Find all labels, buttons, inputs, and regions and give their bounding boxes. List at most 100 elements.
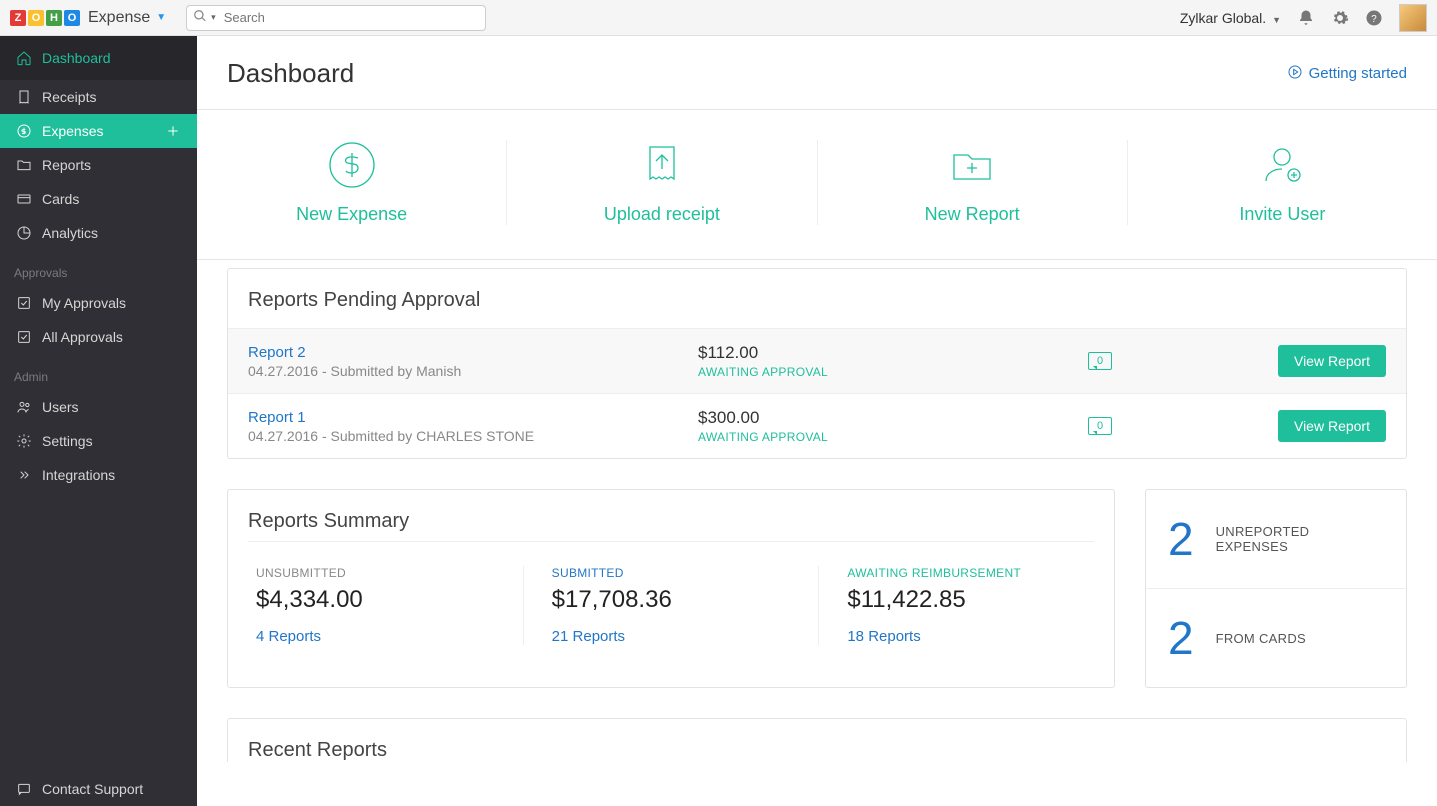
- report-amount: $112.00: [698, 343, 1088, 363]
- stat-from-cards[interactable]: 2 FROM CARDS: [1146, 589, 1406, 687]
- summary-title: Reports Summary: [228, 510, 1114, 541]
- report-sub: 04.27.2016 - Submitted by Manish: [248, 363, 698, 379]
- search-input[interactable]: [220, 10, 479, 25]
- report-status: AWAITING APPROVAL: [698, 430, 1088, 444]
- qa-new-expense[interactable]: New Expense: [197, 140, 507, 225]
- report-link[interactable]: Report 2: [248, 344, 306, 361]
- qa-label: New Expense: [296, 204, 407, 225]
- sidebar-item-dashboard[interactable]: Dashboard: [0, 36, 197, 80]
- sidebar-item-label: Cards: [42, 191, 79, 207]
- sidebar-item-analytics[interactable]: Analytics: [0, 216, 197, 250]
- stat-unreported[interactable]: 2 UNREPORTED EXPENSES: [1146, 490, 1406, 589]
- summary-link[interactable]: 18 Reports: [847, 628, 920, 645]
- summary-col-unsubmitted: UNSUBMITTED $4,334.00 4 Reports: [228, 566, 524, 645]
- pending-title: Reports Pending Approval: [228, 269, 1406, 328]
- recent-title: Recent Reports: [248, 739, 1386, 762]
- logo[interactable]: Z O H O Expense ▼: [10, 9, 166, 27]
- stat-number: 2: [1168, 516, 1194, 562]
- folder-plus-icon: [947, 140, 997, 190]
- sidebar-item-receipts[interactable]: Receipts: [0, 80, 197, 114]
- sidebar-item-label: Settings: [42, 433, 93, 449]
- report-link[interactable]: Report 1: [248, 409, 306, 426]
- topbar: Z O H O Expense ▼ ▾ Zylkar Global. ▼ ?: [0, 0, 1437, 36]
- brand-caret-icon[interactable]: ▼: [156, 12, 166, 23]
- view-report-button[interactable]: View Report: [1278, 345, 1386, 377]
- summary-col-awaiting: AWAITING REIMBURSEMENT $11,422.85 18 Rep…: [819, 566, 1114, 645]
- qa-label: New Report: [925, 204, 1020, 225]
- upload-receipt-icon: [637, 140, 687, 190]
- page-title: Dashboard: [227, 58, 354, 89]
- sidebar-item-my-approvals[interactable]: My Approvals: [0, 286, 197, 320]
- summary-link[interactable]: 4 Reports: [256, 628, 321, 645]
- card-icon: [16, 191, 32, 207]
- sidebar-item-settings[interactable]: Settings: [0, 424, 197, 458]
- home-icon: [16, 50, 32, 66]
- dollar-circle-icon: [327, 140, 377, 190]
- stat-label: UNREPORTED EXPENSES: [1216, 524, 1384, 554]
- comment-count-icon[interactable]: 0: [1088, 352, 1112, 370]
- summary-col-submitted: SUBMITTED $17,708.36 21 Reports: [524, 566, 820, 645]
- bell-icon[interactable]: [1297, 9, 1315, 27]
- page-header: Dashboard Getting started: [197, 36, 1437, 109]
- sidebar-item-users[interactable]: Users: [0, 390, 197, 424]
- chevron-down-icon: ▼: [1272, 15, 1281, 25]
- pending-row: Report 2 04.27.2016 - Submitted by Manis…: [228, 328, 1406, 393]
- pending-row: Report 1 04.27.2016 - Submitted by CHARL…: [228, 393, 1406, 458]
- sidebar-item-reports[interactable]: Reports: [0, 148, 197, 182]
- sidebar: Dashboard Receipts Expenses Reports Card…: [0, 36, 197, 806]
- chat-icon: [16, 781, 32, 797]
- qa-invite-user[interactable]: Invite User: [1128, 140, 1437, 225]
- sidebar-item-label: Reports: [42, 157, 91, 173]
- summary-amount: $17,708.36: [552, 586, 791, 614]
- user-plus-icon: [1257, 140, 1307, 190]
- sidebar-item-label: Analytics: [42, 225, 98, 241]
- getting-started-link[interactable]: Getting started: [1287, 64, 1407, 84]
- sidebar-group-approvals: Approvals: [0, 250, 197, 286]
- org-switcher[interactable]: Zylkar Global. ▼: [1180, 10, 1281, 26]
- sidebar-item-expenses[interactable]: Expenses: [0, 114, 197, 148]
- org-name: Zylkar Global.: [1180, 10, 1266, 26]
- logo-tile-o2: O: [64, 10, 80, 26]
- integrations-icon: [16, 467, 32, 483]
- pie-icon: [16, 225, 32, 241]
- divider: [248, 541, 1094, 542]
- sidebar-item-all-approvals[interactable]: All Approvals: [0, 320, 197, 354]
- plus-icon[interactable]: [165, 123, 181, 139]
- sidebar-group-admin: Admin: [0, 354, 197, 390]
- qa-label: Upload receipt: [604, 204, 720, 225]
- summary-amount: $4,334.00: [256, 586, 495, 614]
- summary-amount: $11,422.85: [847, 586, 1086, 614]
- report-status: AWAITING APPROVAL: [698, 365, 1088, 379]
- comment-count-icon[interactable]: 0: [1088, 417, 1112, 435]
- logo-tile-z: Z: [10, 10, 26, 26]
- report-sub: 04.27.2016 - Submitted by CHARLES STONE: [248, 428, 698, 444]
- search-box[interactable]: ▾: [186, 5, 486, 31]
- help-icon[interactable]: ?: [1365, 9, 1383, 27]
- summary-label: SUBMITTED: [552, 566, 791, 580]
- sidebar-item-label: Users: [42, 399, 79, 415]
- search-scope-caret-icon[interactable]: ▾: [211, 12, 216, 23]
- sidebar-item-label: Contact Support: [42, 781, 143, 797]
- sidebar-item-label: All Approvals: [42, 329, 123, 345]
- sidebar-item-integrations[interactable]: Integrations: [0, 458, 197, 492]
- quick-actions: New Expense Upload receipt New Report In…: [197, 110, 1437, 259]
- qa-upload-receipt[interactable]: Upload receipt: [507, 140, 817, 225]
- check-square-icon: [16, 295, 32, 311]
- avatar[interactable]: [1399, 4, 1427, 32]
- view-report-button[interactable]: View Report: [1278, 410, 1386, 442]
- sidebar-item-label: My Approvals: [42, 295, 126, 311]
- side-stats: 2 UNREPORTED EXPENSES 2 FROM CARDS: [1145, 489, 1407, 688]
- report-amount: $300.00: [698, 408, 1088, 428]
- qa-new-report[interactable]: New Report: [818, 140, 1128, 225]
- users-icon: [16, 399, 32, 415]
- stat-label: FROM CARDS: [1216, 631, 1306, 646]
- sidebar-item-contact-support[interactable]: Contact Support: [0, 772, 197, 806]
- topbar-right: Zylkar Global. ▼ ?: [1180, 4, 1427, 32]
- summary-label: AWAITING REIMBURSEMENT: [847, 566, 1086, 580]
- sidebar-item-label: Expenses: [42, 123, 103, 139]
- sidebar-item-cards[interactable]: Cards: [0, 182, 197, 216]
- sidebar-item-label: Dashboard: [42, 50, 111, 66]
- gear-icon[interactable]: [1331, 9, 1349, 27]
- main-content: Dashboard Getting started New Expense Up…: [197, 36, 1437, 806]
- summary-link[interactable]: 21 Reports: [552, 628, 625, 645]
